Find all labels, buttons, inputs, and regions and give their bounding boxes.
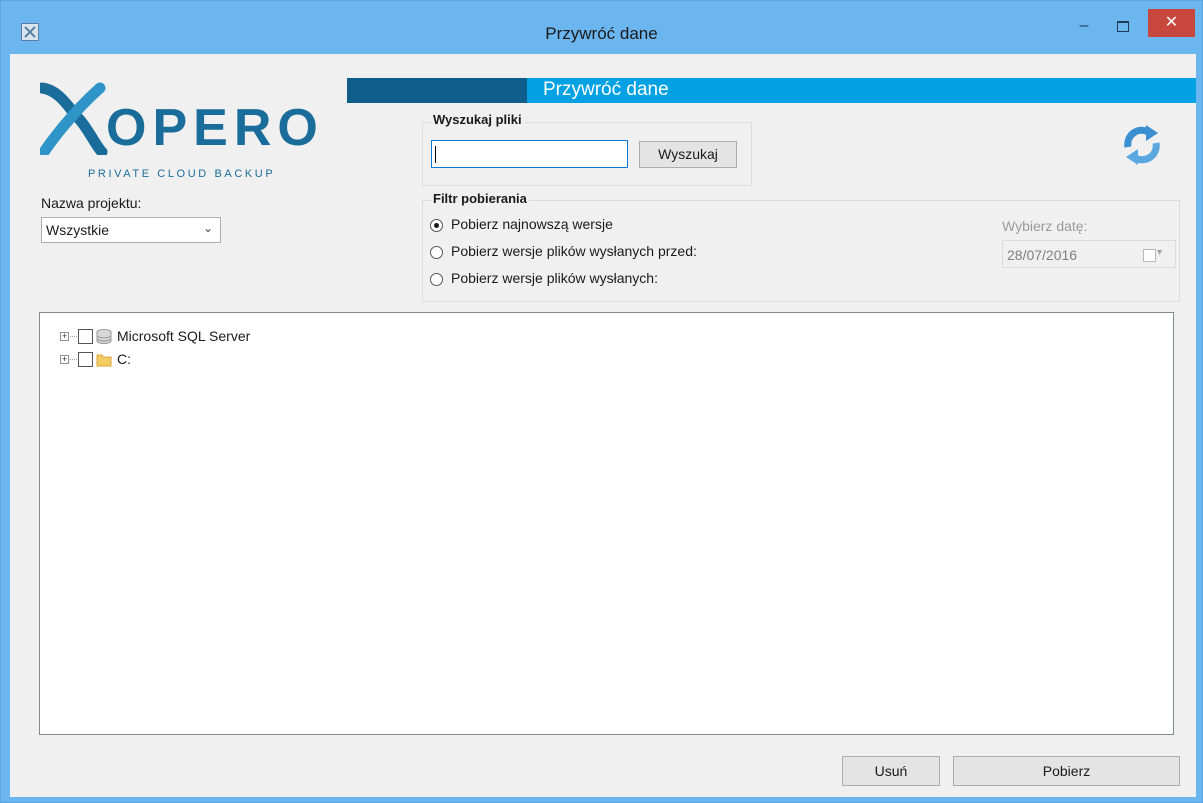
search-button[interactable]: Wyszukaj [639,141,737,168]
tree-item-checkbox[interactable] [78,352,93,367]
radio-sent-date[interactable] [430,273,443,286]
radio-latest-label[interactable]: Pobierz najnowszą wersje [451,216,613,232]
logo-wordmark: OPERO [106,99,324,157]
xopero-logo: OPERO PRIVATE CLOUD BACKUP [40,80,318,180]
radio-before-date[interactable] [430,246,443,259]
project-select-value: Wszystkie [46,222,109,238]
maximize-icon [1117,21,1129,32]
chevron-down-icon[interactable]: ▾ [1157,247,1162,258]
tree-item-label[interactable]: Microsoft SQL Server [117,328,250,344]
date-value: 28/07/2016 [1007,247,1078,263]
download-button[interactable]: Pobierz [953,756,1180,786]
refresh-icon[interactable] [1120,123,1164,167]
project-label: Nazwa projektu: [41,195,142,211]
text-caret [435,146,436,163]
project-select[interactable]: Wszystkie ⌄ [41,217,221,243]
logo-x-mark [40,82,108,155]
radio-before-label[interactable]: Pobierz wersje plików wysłanych przed: [451,243,697,259]
filter-group-title: Filtr pobierania [431,191,529,206]
client-area: OPERO PRIVATE CLOUD BACKUP Przywróć dane… [9,53,1197,798]
file-tree[interactable]: + Microsoft SQL Server + C: [39,312,1174,735]
expand-icon[interactable]: + [60,332,69,341]
window-title: Przywróć dane [545,24,658,43]
folder-icon [96,354,112,367]
app-window: Przywróć dane – ✕ OPERO PRIVATE CLOUD BA… [0,0,1203,803]
tree-item-checkbox[interactable] [78,329,93,344]
search-input[interactable] [431,140,628,168]
chevron-down-icon: ⌄ [202,221,213,235]
close-button[interactable]: ✕ [1148,9,1195,37]
header-bar-dark-segment [347,78,527,103]
header-bar: Przywróć dane [347,78,1196,103]
date-label: Wybierz datę: [1002,218,1088,234]
maximize-button[interactable] [1109,16,1135,36]
logo-tagline: PRIVATE CLOUD BACKUP [88,168,276,180]
minimize-button[interactable]: – [1071,16,1097,36]
search-group-title: Wyszukaj pliki [431,112,524,127]
tree-connector [70,336,77,337]
calendar-icon[interactable] [1143,249,1156,262]
delete-button[interactable]: Usuń [842,756,940,786]
radio-sent-label[interactable]: Pobierz wersje plików wysłanych: [451,270,658,286]
tree-connector [70,359,77,360]
database-icon [96,329,112,344]
expand-icon[interactable]: + [60,355,69,364]
radio-latest-version[interactable] [430,219,443,232]
title-bar[interactable]: Przywróć dane – ✕ [1,1,1202,53]
date-picker[interactable]: 28/07/2016 ▾ [1002,240,1176,268]
tree-item-label[interactable]: C: [117,351,131,367]
header-title: Przywróć dane [543,79,669,100]
